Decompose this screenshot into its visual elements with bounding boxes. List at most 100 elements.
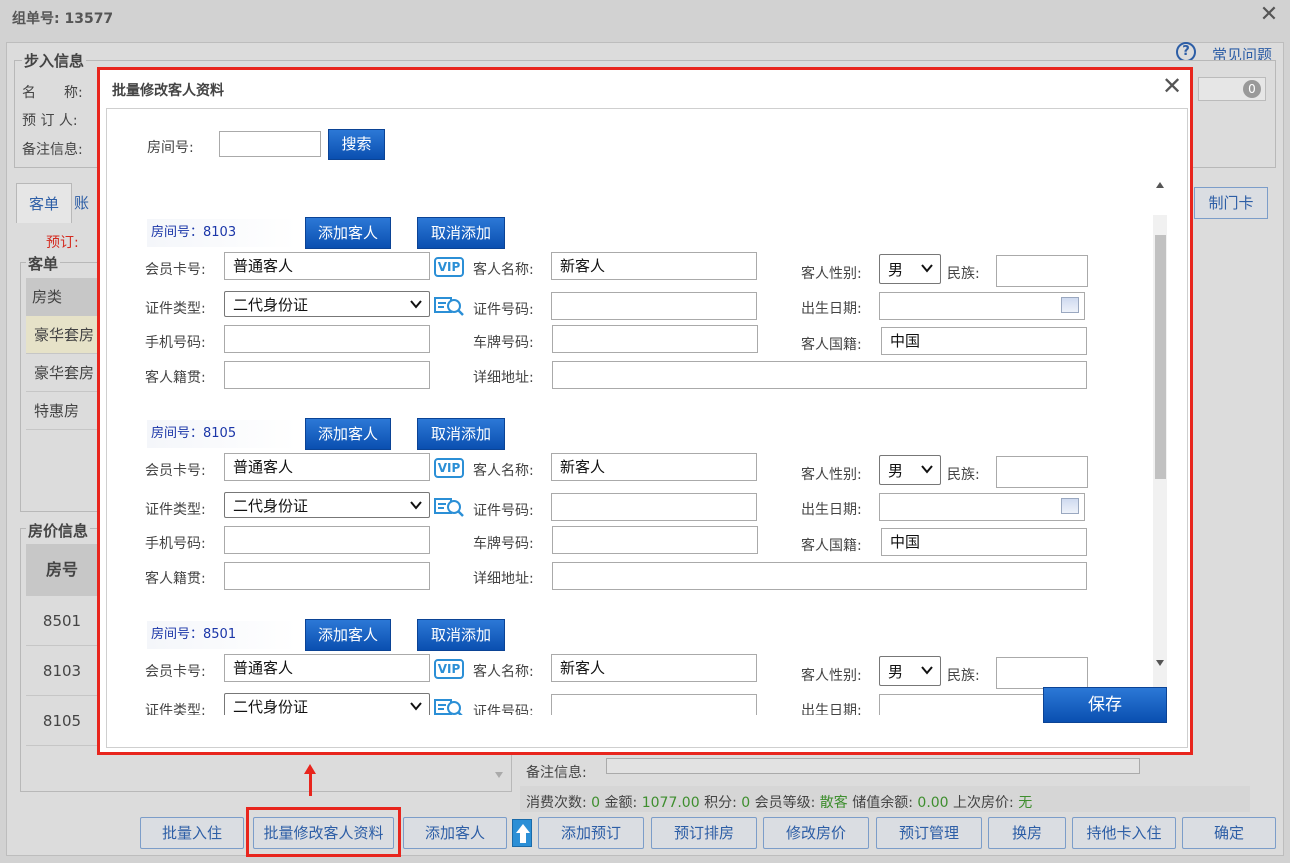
ethnicity-input[interactable] [996, 657, 1088, 689]
upload-icon[interactable] [512, 819, 532, 847]
id-no-input[interactable] [551, 493, 757, 521]
address-input[interactable] [552, 361, 1087, 389]
card-no-input[interactable]: 普通客人 [224, 453, 430, 481]
room-no-row[interactable]: 8105 [26, 696, 98, 746]
batch-edit-guest-button[interactable]: 批量修改客人资料 [253, 817, 394, 849]
nationality-input[interactable]: 中国 [881, 327, 1087, 355]
ethnicity-label: 民族: [947, 266, 980, 282]
guest-name-input[interactable]: 新客人 [551, 654, 757, 682]
birthday-input[interactable] [879, 292, 1085, 320]
cancel-add-button[interactable]: 取消添加 [417, 418, 505, 450]
rooms-scroll-area: 房间号：8103 添加客人 取消添加 会员卡号: 普通客人 VIP 客人名称: … [137, 209, 1147, 715]
room-block: 房间号：8105 添加客人 取消添加 会员卡号: 普通客人 VIP 客人名称: … [137, 418, 1147, 621]
count-value: 0 [591, 795, 601, 811]
modal-close-icon[interactable]: ✕ [1160, 74, 1184, 98]
address-input[interactable] [552, 562, 1087, 590]
ethnicity-input[interactable] [996, 456, 1088, 488]
id-type-select[interactable]: 二代身份证 [224, 291, 430, 317]
guest-name-input[interactable]: 新客人 [551, 453, 757, 481]
gender-select[interactable]: 男 [879, 254, 941, 284]
booking-assign-button[interactable]: 预订排房 [651, 817, 757, 849]
chevron-down-icon [921, 666, 933, 675]
scrollbar-thumb[interactable] [1155, 235, 1166, 479]
id-no-label: 证件号码: [473, 503, 534, 519]
ethnicity-input[interactable] [996, 255, 1088, 287]
window-close-icon[interactable]: ✕ [1258, 4, 1280, 26]
plate-input[interactable] [552, 526, 758, 554]
phone-input[interactable] [224, 325, 430, 353]
booking-manage-button[interactable]: 预订管理 [876, 817, 982, 849]
phone-input[interactable] [224, 526, 430, 554]
room-type-row[interactable]: 豪华套房 [26, 316, 98, 354]
remark2-input[interactable] [606, 758, 1140, 774]
search-room-label: 房间号: [147, 140, 194, 156]
plate-label: 车牌号码: [473, 536, 534, 552]
points-value: 0 [741, 795, 751, 811]
gender-label: 客人性别: [801, 467, 862, 483]
scroll-down-icon[interactable] [1156, 660, 1164, 666]
calendar-icon[interactable] [1061, 297, 1079, 313]
room-no-row[interactable]: 8103 [26, 646, 98, 696]
search-button[interactable]: 搜索 [328, 129, 385, 160]
phone-label: 手机号码: [145, 536, 206, 552]
gender-select[interactable]: 男 [879, 656, 941, 686]
guest-name-label: 客人名称: [473, 463, 534, 479]
ethnicity-label: 民族: [947, 668, 980, 684]
id-type-select[interactable]: 二代身份证 [224, 492, 430, 518]
amount-value: 1077.00 [641, 795, 700, 811]
room-no-row[interactable]: 8501 [26, 596, 98, 646]
stats-line: 消费次数: 0 金额: 1077.00 积分: 0 会员等级: 散客 储值余额:… [526, 792, 1032, 812]
batch-checkin-button[interactable]: 批量入住 [140, 817, 244, 849]
plate-input[interactable] [552, 325, 758, 353]
id-scan-icon[interactable] [434, 496, 464, 518]
room-type-row[interactable]: 豪华套房 [26, 354, 98, 392]
native-place-input[interactable] [224, 361, 430, 389]
vip-icon[interactable]: VIP [434, 257, 464, 277]
add-guest-button[interactable]: 添加客人 [305, 619, 391, 651]
card-no-label: 会员卡号: [145, 463, 206, 479]
change-room-button[interactable]: 换房 [988, 817, 1066, 849]
search-room-input[interactable] [219, 131, 321, 157]
room-type-header: 房类 [26, 278, 98, 316]
id-scan-icon[interactable] [434, 295, 464, 317]
nationality-label: 客人国籍: [801, 337, 862, 353]
card-no-input[interactable]: 普通客人 [224, 252, 430, 280]
guest-name-input[interactable]: 新客人 [551, 252, 757, 280]
vip-icon[interactable]: VIP [434, 458, 464, 478]
id-type-label: 证件类型: [145, 502, 206, 518]
add-guest-button[interactable]: 添加客人 [305, 217, 391, 249]
calendar-icon[interactable] [1061, 498, 1079, 514]
window-title: 组单号: 13577 [12, 11, 114, 27]
add-booking-button[interactable]: 添加预订 [538, 817, 644, 849]
amount-label: 金额: [604, 795, 638, 811]
chevron-down-icon [410, 501, 422, 510]
tab-account[interactable]: 账 [74, 183, 98, 223]
modal-body: 房间号: 搜索 房间号：8103 添加客人 取消添加 会员卡号: 普通客人 VI… [106, 108, 1188, 748]
add-guest-button[interactable]: 添加客人 [305, 418, 391, 450]
id-no-input[interactable] [551, 694, 757, 715]
native-place-input[interactable] [224, 562, 430, 590]
vip-icon[interactable]: VIP [434, 659, 464, 679]
checkin-other-card-button[interactable]: 持他卡入住 [1072, 817, 1176, 849]
confirm-button[interactable]: 确定 [1182, 817, 1276, 849]
make-card-button[interactable]: 制门卡 [1194, 187, 1268, 219]
nationality-label: 客人国籍: [801, 538, 862, 554]
id-no-input[interactable] [551, 292, 757, 320]
birthday-input[interactable] [879, 493, 1085, 521]
scroll-up-icon[interactable] [1156, 182, 1164, 188]
id-type-select[interactable]: 二代身份证 [224, 693, 430, 715]
tab-guest[interactable]: 客单 [16, 183, 72, 223]
room-type-row[interactable]: 特惠房 [26, 392, 98, 430]
card-no-input[interactable]: 普通客人 [224, 654, 430, 682]
scroll-down-icon[interactable] [495, 772, 503, 778]
cancel-add-button[interactable]: 取消添加 [417, 619, 505, 651]
room-block: 房间号：8501 添加客人 取消添加 会员卡号: 普通客人 VIP 客人名称: … [137, 619, 1147, 715]
id-scan-icon[interactable] [434, 697, 464, 715]
gender-select[interactable]: 男 [879, 455, 941, 485]
edit-price-button[interactable]: 修改房价 [763, 817, 869, 849]
help-icon[interactable]: ? [1176, 42, 1196, 62]
save-button[interactable]: 保存 [1043, 687, 1167, 723]
nationality-input[interactable]: 中国 [881, 528, 1087, 556]
cancel-add-button[interactable]: 取消添加 [417, 217, 505, 249]
add-guest-button[interactable]: 添加客人 [403, 817, 507, 849]
